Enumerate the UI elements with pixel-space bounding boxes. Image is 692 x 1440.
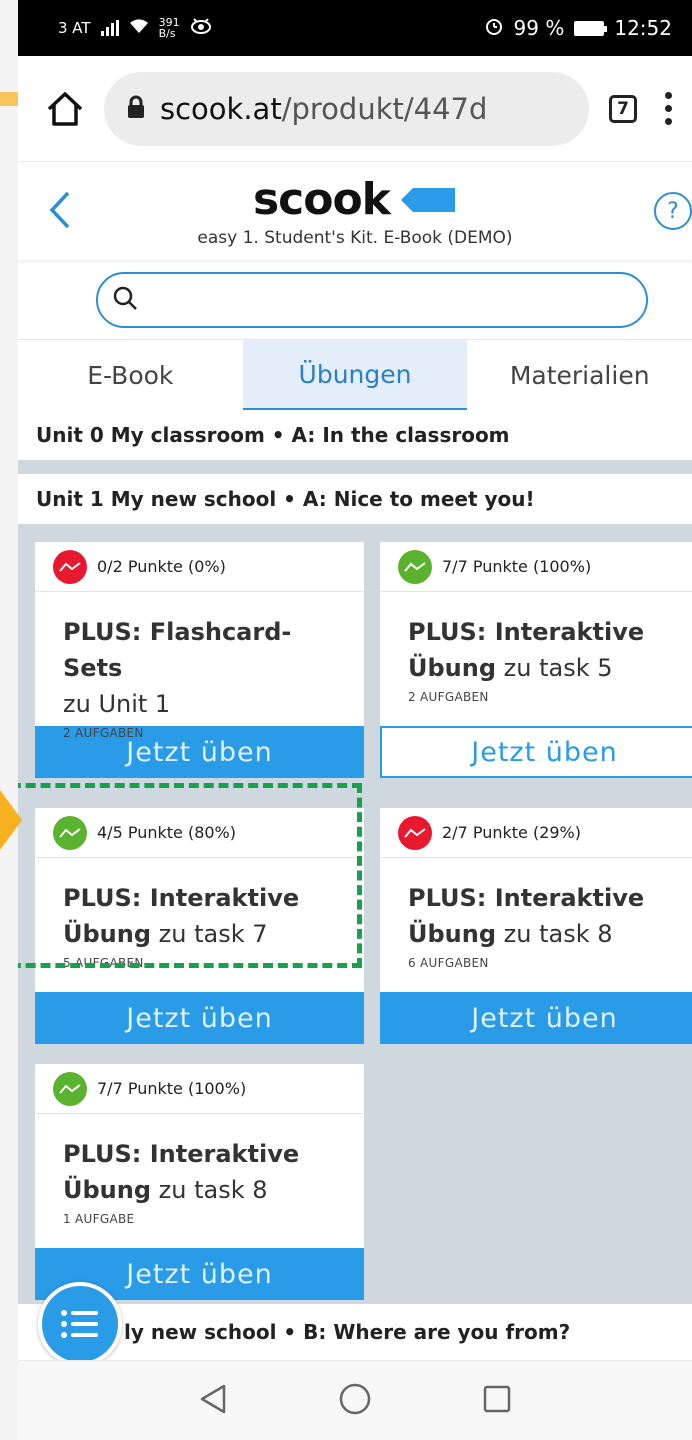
url-path: /produkt/447d xyxy=(281,91,488,126)
eye-icon xyxy=(190,17,212,39)
alarm-icon xyxy=(484,16,504,41)
card-body[interactable]: PLUS: Interaktive Übung zu task 8 1 AUFGA… xyxy=(35,1114,364,1248)
phone-screen: 3 AT 391 B/s 99 % 12:52 scook.at/produkt… xyxy=(18,0,692,1440)
exercise-card: 4/5 Punkte (80%) PLUS: Interaktive Übung … xyxy=(35,808,364,1044)
search-field[interactable] xyxy=(96,271,648,328)
tab-exercises[interactable]: Übungen xyxy=(242,340,468,410)
card-title-rest: zu Unit 1 xyxy=(63,690,171,718)
card-score-row: 7/7 Punkte (100%) xyxy=(380,542,692,592)
clock: 12:52 xyxy=(614,16,672,40)
exercise-card: 7/7 Punkte (100%) PLUS: Interaktive Übung… xyxy=(35,1064,364,1300)
card-body[interactable]: PLUS: Flashcard-Sets zu Unit 1 2 AUFGABEN xyxy=(35,592,364,740)
card-score-row: 2/7 Punkte (29%) xyxy=(380,808,692,858)
card-title-rest: zu task 8 xyxy=(158,1176,268,1204)
signal-icon xyxy=(100,20,119,36)
practice-now-button[interactable]: Jetzt üben xyxy=(380,726,692,778)
carrier-label: 3 AT xyxy=(58,19,91,37)
more-menu-icon[interactable] xyxy=(657,92,680,125)
exercise-card: 2/7 Punkte (29%) PLUS: Interaktive Übung … xyxy=(380,808,692,1044)
home-icon[interactable] xyxy=(46,91,84,127)
annotation-bar xyxy=(0,92,18,106)
card-score: 7/7 Punkte (100%) xyxy=(442,557,592,576)
nav-recents-icon[interactable] xyxy=(482,1384,512,1418)
card-title-bold: PLUS: Flashcard-Sets xyxy=(63,618,292,682)
search-bar xyxy=(18,260,692,340)
card-title-rest: zu task 5 xyxy=(503,654,613,682)
card-score-row: 0/2 Punkte (0%) xyxy=(35,542,364,592)
app-header: scook easy 1. Student's Kit. E-Book (DEM… xyxy=(18,162,692,260)
battery-icon xyxy=(574,20,608,36)
progress-chart-icon xyxy=(53,815,87,850)
card-title-rest: zu task 7 xyxy=(158,920,268,948)
nav-back-icon[interactable] xyxy=(198,1383,228,1419)
exercise-card: 0/2 Punkte (0%) PLUS: Flashcard-Sets zu U… xyxy=(35,542,364,778)
unit-header[interactable]: Unit 0 My classroom • A: In the classroo… xyxy=(18,410,692,460)
wifi-icon xyxy=(129,18,149,38)
progress-chart-icon xyxy=(398,815,432,850)
exercise-list: Unit 0 My classroom • A: In the classroo… xyxy=(18,410,692,1370)
progress-chart-icon xyxy=(53,1071,87,1106)
task-count: 6 AUFGABEN xyxy=(408,956,489,970)
unit-header[interactable]: Unit 1 My new school • A: Nice to meet y… xyxy=(18,474,692,524)
card-score: 7/7 Punkte (100%) xyxy=(97,1079,247,1098)
task-count: 5 AUFGABEN xyxy=(63,956,144,970)
logo-text: scook xyxy=(252,174,391,225)
search-input[interactable] xyxy=(138,286,646,313)
progress-chart-icon xyxy=(53,549,87,584)
lock-icon xyxy=(126,92,146,126)
url-domain: scook.at xyxy=(160,91,282,126)
card-body[interactable]: PLUS: Interaktive Übung zu task 7 5 AUFGA… xyxy=(35,858,364,992)
exercise-card: 7/7 Punkte (100%) PLUS: Interaktive Übung… xyxy=(380,542,692,778)
logo-mark-icon xyxy=(401,187,456,212)
scook-logo: scook xyxy=(18,174,692,225)
progress-chart-icon xyxy=(398,549,432,584)
status-bar: 3 AT 391 B/s 99 % 12:52 xyxy=(18,0,692,56)
net-speed-unit: B/s xyxy=(158,27,176,40)
tab-bar: E-Book Übungen Materialien xyxy=(18,340,692,410)
menu-list-button[interactable] xyxy=(38,1282,122,1366)
practice-now-button[interactable]: Jetzt üben xyxy=(35,992,364,1044)
tab-switcher-button[interactable]: 7 xyxy=(609,94,637,123)
practice-now-button[interactable]: Jetzt üben xyxy=(380,992,692,1044)
search-icon xyxy=(112,285,138,315)
card-score-row: 4/5 Punkte (80%) xyxy=(35,808,364,858)
net-speed: 391 B/s xyxy=(159,17,180,39)
card-score: 4/5 Punkte (80%) xyxy=(97,823,236,842)
task-count: 2 AUFGABEN xyxy=(408,690,489,704)
card-score-row: 7/7 Punkte (100%) xyxy=(35,1064,364,1114)
system-nav-bar xyxy=(18,1360,692,1440)
tab-materials[interactable]: Materialien xyxy=(467,340,692,410)
card-title-rest: zu task 8 xyxy=(503,920,613,948)
list-icon xyxy=(61,1310,98,1338)
book-subtitle: easy 1. Student's Kit. E-Book (DEMO) xyxy=(197,228,513,248)
browser-toolbar: scook.at/produkt/447d 7 xyxy=(18,56,692,162)
screenshot-margin xyxy=(0,0,19,1440)
address-bar[interactable]: scook.at/produkt/447d xyxy=(104,71,589,146)
card-score: 0/2 Punkte (0%) xyxy=(97,557,226,576)
card-body[interactable]: PLUS: Interaktive Übung zu task 5 2 AUFGA… xyxy=(380,592,692,726)
card-score: 2/7 Punkte (29%) xyxy=(442,823,581,842)
nav-home-icon[interactable] xyxy=(338,1382,372,1420)
card-body[interactable]: PLUS: Interaktive Übung zu task 8 6 AUFGA… xyxy=(380,858,692,992)
battery-percent: 99 % xyxy=(513,16,565,40)
tab-ebook[interactable]: E-Book xyxy=(18,340,243,410)
help-button[interactable]: ? xyxy=(654,192,692,230)
task-count: 1 AUFGABE xyxy=(63,1212,135,1226)
